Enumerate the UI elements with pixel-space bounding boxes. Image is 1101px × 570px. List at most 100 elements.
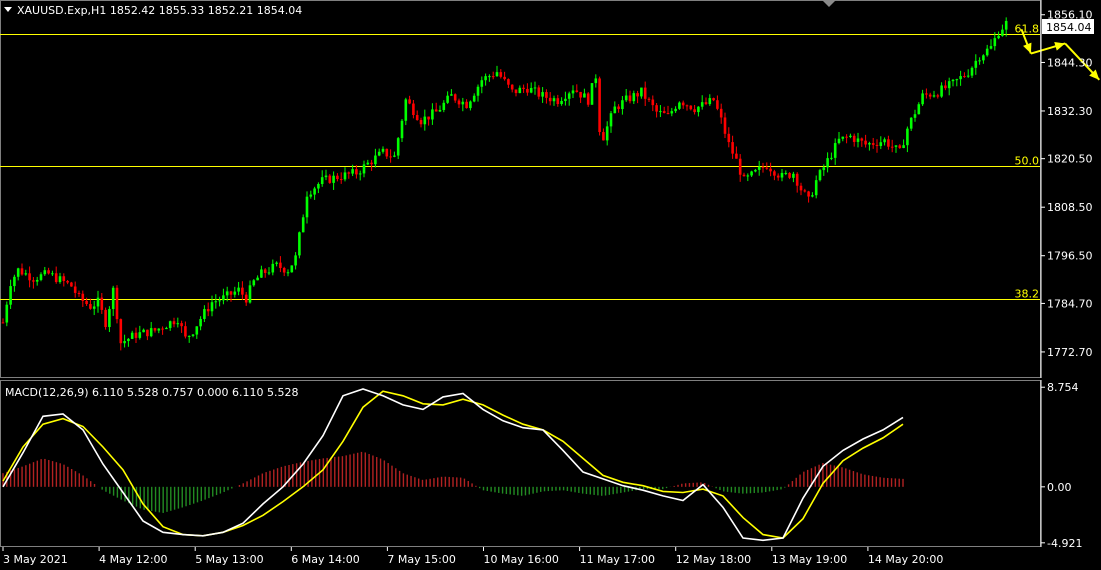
bull-candle-body [130, 332, 134, 339]
bull-candle-body [362, 164, 366, 174]
bull-candle-body [168, 321, 172, 328]
bull-candle-body [92, 306, 96, 309]
bull-candle-body [906, 128, 909, 146]
bear-candle-body [415, 115, 419, 121]
bull-candle-body [560, 100, 563, 105]
bull-candle-body [366, 162, 370, 165]
bull-candle-body [218, 300, 221, 302]
time-tick-label: 4 May 12:00 [99, 553, 167, 566]
bear-candle-body [89, 304, 92, 309]
bull-candle-body [332, 175, 335, 183]
bear-candle-body [936, 95, 940, 97]
bull-candle-body [567, 93, 571, 99]
bull-candle-body [529, 87, 533, 93]
fib-level-label: 50.0 [1015, 155, 1040, 168]
bull-candle-body [267, 272, 271, 274]
bull-candle-body [35, 279, 39, 282]
bear-candle-body [928, 94, 932, 97]
bull-candle-body [294, 255, 297, 266]
bear-candle-body [765, 167, 769, 169]
bear-candle-body [514, 89, 518, 94]
bear-candle-body [70, 282, 73, 287]
bear-candle-body [575, 90, 579, 92]
bull-candle-body [248, 285, 252, 303]
bull-candle-body [39, 274, 43, 280]
bull-candle-body [469, 101, 472, 109]
bull-candle-body [830, 157, 833, 159]
bear-candle-body [617, 106, 620, 110]
bull-candle-body [396, 138, 400, 156]
bull-candle-body [256, 277, 259, 281]
bull-candle-body [222, 295, 225, 301]
bear-candle-body [427, 116, 430, 120]
bull-candle-body [902, 145, 905, 149]
fib-level-label: 38.2 [1015, 288, 1040, 301]
bull-candle-body [271, 263, 275, 273]
bear-candle-body [507, 79, 510, 85]
bull-candle-body [210, 302, 214, 312]
chart-background [0, 0, 1101, 570]
bull-candle-body [476, 86, 480, 96]
bull-candle-body [932, 95, 936, 97]
bull-candle-body [670, 111, 674, 114]
bull-candle-body [404, 99, 408, 121]
price-tick-label: 1772.70 [1047, 346, 1093, 359]
bull-candle-body [826, 158, 829, 168]
bear-candle-body [355, 169, 358, 175]
bull-candle-body [909, 117, 913, 129]
bull-candle-body [343, 172, 347, 180]
bull-candle-body [275, 262, 278, 264]
bull-candle-body [461, 101, 465, 105]
bear-candle-body [719, 108, 723, 118]
bull-candle-body [313, 188, 316, 195]
bull-candle-body [697, 106, 700, 113]
bull-candle-body [970, 67, 974, 76]
bear-candle-body [104, 309, 107, 328]
bear-candle-body [704, 102, 708, 105]
bull-candle-body [621, 100, 624, 110]
bear-candle-body [453, 94, 457, 101]
bear-candle-body [153, 328, 157, 331]
bull-candle-body [982, 55, 985, 61]
bull-candle-body [237, 287, 240, 292]
bear-candle-body [545, 92, 548, 98]
bull-candle-body [613, 106, 617, 114]
bull-candle-body [442, 102, 446, 110]
bull-candle-body [1004, 20, 1008, 30]
bull-candle-body [165, 327, 168, 330]
bull-candle-body [822, 167, 826, 171]
bear-candle-body [465, 101, 468, 109]
bull-candle-body [142, 329, 145, 333]
bear-candle-body [328, 175, 332, 183]
bull-candle-body [225, 291, 229, 296]
macd-tick-label: 0.00 [1047, 481, 1072, 494]
bear-candle-body [336, 175, 339, 180]
bear-candle-body [119, 319, 123, 344]
bull-candle-body [298, 232, 301, 256]
bear-candle-body [548, 97, 552, 102]
bear-candle-body [579, 91, 582, 98]
bear-candle-body [647, 98, 651, 100]
bull-candle-body [792, 173, 795, 178]
trading-chart[interactable]: 61.8 50.0 38.2 XAUUSD.Exp,H1 1852.42 1855.… [0, 0, 1101, 570]
bull-candle-body [868, 143, 871, 145]
bull-candle-body [187, 335, 191, 337]
bull-candle-body [324, 175, 328, 178]
time-tick-label: 13 May 19:00 [772, 553, 847, 566]
bear-candle-body [651, 99, 655, 106]
bear-candle-body [339, 179, 343, 181]
bull-candle-body [450, 94, 453, 96]
bull-candle-body [111, 287, 115, 310]
bear-candle-body [761, 166, 765, 168]
bull-candle-body [191, 334, 195, 336]
current-price-label: 1854.04 [1046, 21, 1092, 34]
bull-candle-body [917, 104, 921, 115]
bull-candle-body [674, 108, 677, 112]
bear-candle-body [146, 329, 149, 337]
bear-candle-body [723, 117, 727, 134]
bear-candle-body [47, 270, 50, 274]
bear-candle-body [799, 185, 803, 191]
bear-candle-body [526, 88, 529, 93]
bull-candle-body [13, 276, 16, 287]
bull-candle-body [564, 98, 567, 101]
